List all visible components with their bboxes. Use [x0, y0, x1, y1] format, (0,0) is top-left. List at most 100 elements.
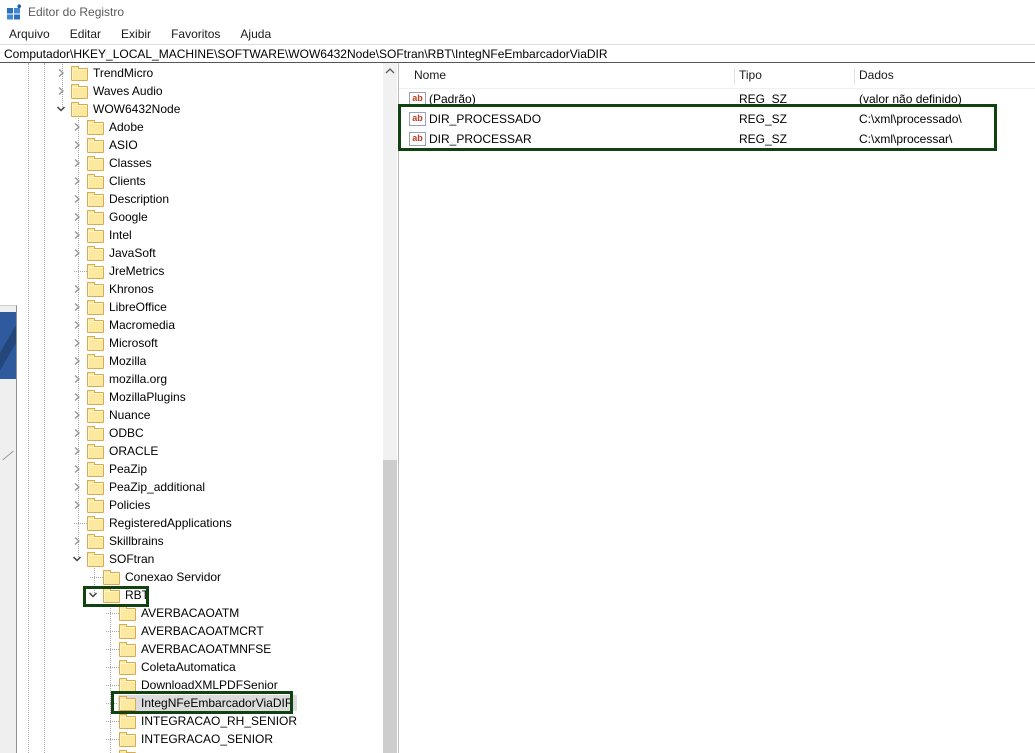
- tree-item[interactable]: JavaSoft: [86, 245, 159, 261]
- column-header-nome[interactable]: Nome: [414, 68, 446, 82]
- tree-node-peazip-additional[interactable]: PeaZip_additional: [0, 478, 383, 496]
- tree-item[interactable]: IntegNFeEmbarcadorViaDIR: [118, 695, 297, 711]
- tree-item[interactable]: Classes: [86, 155, 155, 171]
- chevron-right-icon[interactable]: [70, 462, 84, 476]
- chevron-down-icon[interactable]: [86, 588, 100, 602]
- tree-node-mozilla[interactable]: Mozilla: [0, 352, 383, 370]
- tree-node-registeredapplications[interactable]: RegisteredApplications: [0, 514, 383, 532]
- menu-favoritos[interactable]: Favoritos: [171, 27, 220, 41]
- tree-item[interactable]: [118, 749, 139, 753]
- value-row-padr-o[interactable]: ab (Padrão) REG_SZ (valor não definido): [399, 89, 1035, 109]
- tree-item[interactable]: Policies: [86, 497, 153, 513]
- chevron-down-icon[interactable]: [70, 552, 84, 566]
- chevron-right-icon[interactable]: [70, 390, 84, 404]
- chevron-right-icon[interactable]: [70, 408, 84, 422]
- tree-item[interactable]: Description: [86, 191, 172, 207]
- tree-node-softran[interactable]: SOFtran: [0, 550, 383, 568]
- chevron-up-icon[interactable]: [383, 63, 397, 78]
- tree-node-rbt[interactable]: RBT: [0, 586, 383, 604]
- chevron-right-icon[interactable]: [70, 372, 84, 386]
- tree-node-waves-audio[interactable]: Waves Audio: [0, 82, 383, 100]
- tree-item[interactable]: Microsoft: [86, 335, 161, 351]
- tree-item[interactable]: SOFtran: [86, 551, 157, 567]
- value-row-dir-processado[interactable]: ab DIR_PROCESSADO REG_SZ C:\xml\processado\: [399, 109, 1035, 129]
- chevron-right-icon[interactable]: [70, 336, 84, 350]
- chevron-down-icon[interactable]: [54, 102, 68, 116]
- tree-item[interactable]: Macromedia: [86, 317, 178, 333]
- tree-node-macromedia[interactable]: Macromedia: [0, 316, 383, 334]
- tree-item[interactable]: Clients: [86, 173, 149, 189]
- tree-node-clients[interactable]: Clients: [0, 172, 383, 190]
- tree-item[interactable]: Intel: [86, 227, 135, 243]
- chevron-right-icon[interactable]: [70, 282, 84, 296]
- tree-node-mozilla-org[interactable]: mozilla.org: [0, 370, 383, 388]
- tree-item[interactable]: PeaZip_additional: [86, 479, 208, 495]
- tree-node-integnfeembarcadorviadir[interactable]: IntegNFeEmbarcadorViaDIR: [0, 694, 383, 712]
- chevron-right-icon[interactable]: [70, 498, 84, 512]
- tree-node-integracao-senior[interactable]: INTEGRACAO_SENIOR: [0, 730, 383, 748]
- chevron-right-icon[interactable]: [70, 156, 84, 170]
- tree-item[interactable]: ASIO: [86, 137, 141, 153]
- tree-item[interactable]: LibreOffice: [86, 299, 170, 315]
- tree-node-coletaautomatica[interactable]: ColetaAutomatica: [0, 658, 383, 676]
- chevron-right-icon[interactable]: [70, 534, 84, 548]
- chevron-right-icon[interactable]: [70, 426, 84, 440]
- chevron-right-icon[interactable]: [70, 246, 84, 260]
- tree-item[interactable]: Conexao Servidor: [102, 569, 224, 585]
- chevron-right-icon[interactable]: [70, 444, 84, 458]
- tree-item[interactable]: Adobe: [86, 119, 147, 135]
- tree-node-khronos[interactable]: Khronos: [0, 280, 383, 298]
- column-divider[interactable]: [734, 67, 735, 84]
- value-row-dir-processar[interactable]: ab DIR_PROCESSAR REG_SZ C:\xml\processar\: [399, 129, 1035, 149]
- tree-node-skillbrains[interactable]: Skillbrains: [0, 532, 383, 550]
- tree-item[interactable]: JreMetrics: [86, 263, 167, 279]
- column-header-dados[interactable]: Dados: [859, 68, 894, 82]
- tree-item[interactable]: Waves Audio: [70, 83, 166, 99]
- tree-node-peazip[interactable]: PeaZip: [0, 460, 383, 478]
- tree-item[interactable]: Khronos: [86, 281, 157, 297]
- chevron-right-icon[interactable]: [70, 354, 84, 368]
- tree-item[interactable]: AVERBACAOATMCRT: [118, 623, 267, 639]
- tree-node-conexao-servidor[interactable]: Conexao Servidor: [0, 568, 383, 586]
- chevron-right-icon[interactable]: [70, 174, 84, 188]
- scrollbar-thumb[interactable]: [383, 460, 397, 753]
- tree-node-adobe[interactable]: Adobe: [0, 118, 383, 136]
- tree-item[interactable]: AVERBACAOATM: [118, 605, 242, 621]
- tree-item[interactable]: WOW6432Node: [70, 101, 183, 117]
- tree-node-trendmicro[interactable]: TrendMicro: [0, 64, 383, 82]
- tree-node-partial[interactable]: [0, 748, 383, 753]
- tree-node-policies[interactable]: Policies: [0, 496, 383, 514]
- chevron-right-icon[interactable]: [70, 138, 84, 152]
- tree-item[interactable]: RBT: [102, 587, 152, 603]
- tree-item[interactable]: PeaZip: [86, 461, 150, 477]
- menu-ajuda[interactable]: Ajuda: [240, 27, 271, 41]
- tree-item[interactable]: ColetaAutomatica: [118, 659, 239, 675]
- tree-node-microsoft[interactable]: Microsoft: [0, 334, 383, 352]
- tree-item[interactable]: INTEGRACAO_SENIOR: [118, 731, 276, 747]
- tree-item[interactable]: ODBC: [86, 425, 147, 441]
- tree-node-intel[interactable]: Intel: [0, 226, 383, 244]
- menu-editar[interactable]: Editar: [70, 27, 101, 41]
- chevron-right-icon[interactable]: [70, 300, 84, 314]
- tree-node-javasoft[interactable]: JavaSoft: [0, 244, 383, 262]
- tree-item[interactable]: ORACLE: [86, 443, 161, 459]
- tree-item[interactable]: DownloadXMLPDFSenior: [118, 677, 281, 693]
- column-divider[interactable]: [854, 67, 855, 84]
- tree-item[interactable]: AVERBACAOATMNFSE: [118, 641, 274, 657]
- address-bar[interactable]: Computador\HKEY_LOCAL_MACHINE\SOFTWARE\W…: [0, 45, 1035, 63]
- chevron-right-icon[interactable]: [54, 66, 68, 80]
- tree-node-asio[interactable]: ASIO: [0, 136, 383, 154]
- tree-node-nuance[interactable]: Nuance: [0, 406, 383, 424]
- chevron-right-icon[interactable]: [54, 84, 68, 98]
- tree-node-integracao-rh-senior[interactable]: INTEGRACAO_RH_SENIOR: [0, 712, 383, 730]
- chevron-right-icon[interactable]: [70, 480, 84, 494]
- tree-node-averbacaoatmcrt[interactable]: AVERBACAOATMCRT: [0, 622, 383, 640]
- chevron-right-icon[interactable]: [70, 192, 84, 206]
- tree-item[interactable]: INTEGRACAO_RH_SENIOR: [118, 713, 300, 729]
- tree-item[interactable]: Google: [86, 209, 151, 225]
- tree-item[interactable]: Nuance: [86, 407, 153, 423]
- tree-node-oracle[interactable]: ORACLE: [0, 442, 383, 460]
- column-header-tipo[interactable]: Tipo: [739, 68, 762, 82]
- tree-item[interactable]: mozilla.org: [86, 371, 170, 387]
- tree-node-wow6432node[interactable]: WOW6432Node: [0, 100, 383, 118]
